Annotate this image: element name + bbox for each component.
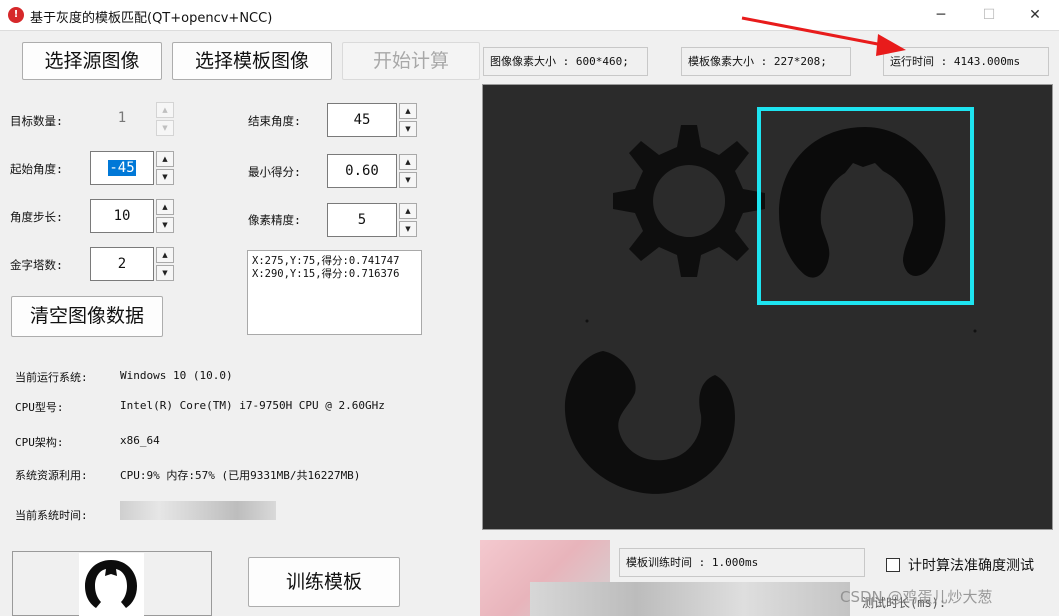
os-label: 当前运行系统: xyxy=(15,371,88,384)
spin-up-icon[interactable]: ▲ xyxy=(156,199,174,215)
start-angle-input[interactable]: -45 xyxy=(90,151,154,185)
accuracy-test-checkbox[interactable]: 计时算法准确度测试 xyxy=(886,555,1034,575)
start-compute-button[interactable]: 开始计算 xyxy=(342,42,480,80)
pixel-precision-label: 像素精度: xyxy=(248,213,301,227)
train-template-button[interactable]: 训练模板 xyxy=(248,557,400,607)
cpu-arch-value: x86_64 xyxy=(120,434,160,447)
start-angle-spinbox[interactable]: -45 ▲ ▼ xyxy=(90,151,176,185)
circlip-shape xyxy=(564,351,735,494)
system-time-value-redacted xyxy=(120,501,276,520)
angle-step-label: 角度步长: xyxy=(10,210,63,224)
pyramid-input[interactable]: 2 xyxy=(90,247,154,281)
spin-down-icon[interactable]: ▼ xyxy=(156,217,174,233)
spin-down-icon[interactable]: ▼ xyxy=(399,172,417,188)
results-textbox[interactable]: X:275,Y:75,得分:0.741747 X:290,Y:15,得分:0.7… xyxy=(247,250,422,335)
end-angle-input[interactable]: 45 xyxy=(327,103,397,137)
spin-up-icon[interactable]: ▲ xyxy=(399,103,417,119)
gear-shape xyxy=(613,125,765,277)
spin-down-icon[interactable]: ▼ xyxy=(399,221,417,237)
spin-up-icon[interactable]: ▲ xyxy=(156,247,174,263)
app-logo-icon: ! xyxy=(8,7,24,23)
target-count-spinbox[interactable]: 1 ▲ ▼ xyxy=(90,102,176,136)
window-title: 基于灰度的模板匹配(QT+opencv+NCC) xyxy=(30,11,273,26)
start-angle-value: -45 xyxy=(108,160,136,176)
spin-up-icon[interactable]: ▲ xyxy=(399,203,417,219)
start-angle-label: 起始角度: xyxy=(10,162,63,176)
maximize-button[interactable]: ☐ xyxy=(966,0,1012,31)
resource-usage-value: CPU:9% 内存:57% (已用9331MB/共16227MB) xyxy=(120,469,361,482)
spin-down-icon[interactable]: ▼ xyxy=(399,121,417,137)
pixel-precision-input[interactable]: 5 xyxy=(327,203,397,237)
spin-up-icon[interactable]: ▲ xyxy=(156,151,174,167)
spin-up-icon[interactable]: ▲ xyxy=(399,154,417,170)
circlip-template-icon xyxy=(85,560,137,608)
watermark: CSDN @鸡蛋儿炒大葱 xyxy=(840,588,993,606)
spin-down-icon[interactable]: ▼ xyxy=(156,169,174,185)
annotation-arrow-icon xyxy=(741,16,906,56)
angle-step-input[interactable]: 10 xyxy=(90,199,154,233)
minimize-button[interactable]: ─ xyxy=(918,0,964,31)
clear-image-data-button[interactable]: 清空图像数据 xyxy=(11,296,163,337)
cpu-model-label: CPU型号: xyxy=(15,401,64,414)
pyramid-spinbox[interactable]: 2 ▲ ▼ xyxy=(90,247,176,281)
match-result-box xyxy=(757,107,974,305)
close-button[interactable]: ✕ xyxy=(1012,0,1058,31)
train-time-info: 模板训练时间 : 1.000ms xyxy=(619,548,865,577)
pyramid-label: 金字塔数: xyxy=(10,258,63,272)
target-count-label: 目标数量: xyxy=(10,114,63,128)
min-score-spinbox[interactable]: 0.60 ▲ ▼ xyxy=(327,154,419,188)
system-time-label: 当前系统时间: xyxy=(15,509,88,522)
cpu-model-value: Intel(R) Core(TM) i7-9750H CPU @ 2.60GHz xyxy=(120,399,385,412)
select-source-image-button[interactable]: 选择源图像 xyxy=(22,42,162,80)
redacted-region xyxy=(530,582,850,616)
min-score-input[interactable]: 0.60 xyxy=(327,154,397,188)
result-line: X:275,Y:75,得分:0.741747 xyxy=(252,255,400,267)
spin-down-icon[interactable]: ▼ xyxy=(156,265,174,281)
resource-usage-label: 系统资源利用: xyxy=(15,469,88,482)
end-angle-label: 结束角度: xyxy=(248,114,301,128)
result-line: X:290,Y:15,得分:0.716376 xyxy=(252,268,400,280)
angle-step-spinbox[interactable]: 10 ▲ ▼ xyxy=(90,199,176,233)
template-preview-image xyxy=(79,553,144,616)
pixel-precision-spinbox[interactable]: 5 ▲ ▼ xyxy=(327,203,419,237)
os-value: Windows 10 (10.0) xyxy=(120,369,233,382)
accuracy-test-label: 计时算法准确度测试 xyxy=(908,558,1034,574)
spin-down-icon[interactable]: ▼ xyxy=(156,120,174,136)
select-template-image-button[interactable]: 选择模板图像 xyxy=(172,42,332,80)
image-size-info: 图像像素大小 : 600*460; xyxy=(483,47,648,76)
checkbox-icon[interactable] xyxy=(886,558,900,572)
end-angle-spinbox[interactable]: 45 ▲ ▼ xyxy=(327,103,419,137)
spin-up-icon[interactable]: ▲ xyxy=(156,102,174,118)
cpu-arch-label: CPU架构: xyxy=(15,436,64,449)
min-score-label: 最小得分: xyxy=(248,165,301,179)
target-count-value[interactable]: 1 xyxy=(90,102,154,136)
